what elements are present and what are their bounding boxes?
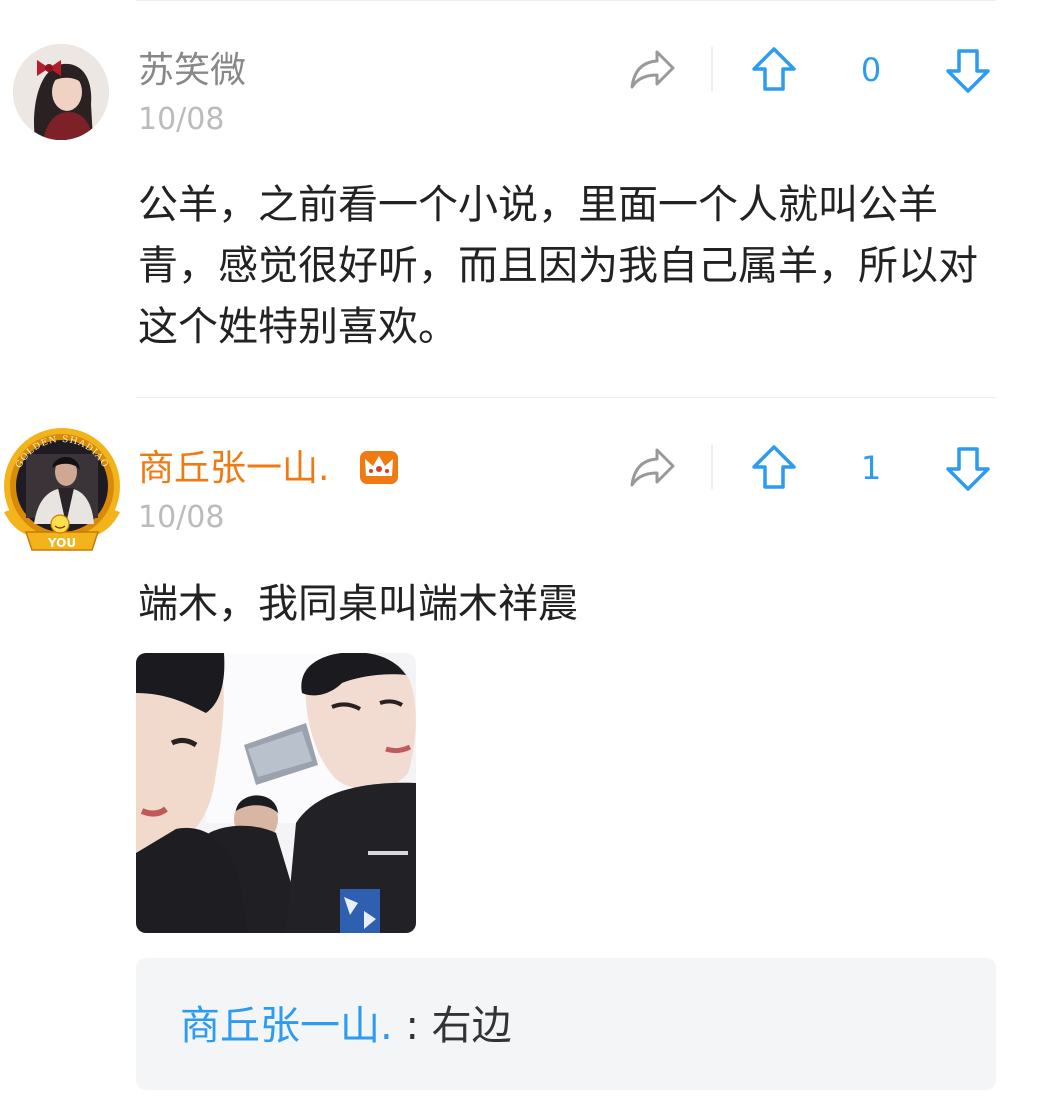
comment-item: 苏笑微 10/08 0 公羊，之前看一个小说，里面一个人就叫公羊青，感觉很好听，… (0, 0, 1044, 397)
share-arrow-icon (630, 448, 675, 487)
share-button[interactable] (628, 445, 678, 491)
share-arrow-icon (630, 50, 675, 89)
comment-text: 公羊，之前看一个小说，里面一个人就叫公羊青，感觉很好听，而且因为我自己属羊，所以… (138, 182, 978, 350)
reply-preview[interactable]: 商丘张一山. : 右边 (136, 958, 996, 1090)
downvote-arrow-icon (946, 447, 990, 491)
reply-separator: : (405, 1003, 419, 1049)
reply-username[interactable]: 商丘张一山. (180, 1003, 393, 1049)
upvote-arrow-icon (752, 47, 796, 91)
upvote-button[interactable] (750, 443, 798, 493)
upvote-arrow-icon (752, 445, 796, 489)
svg-text:YOU: YOU (47, 536, 76, 550)
downvote-button[interactable] (944, 45, 992, 95)
downvote-button[interactable] (944, 443, 992, 493)
upvote-button[interactable] (750, 45, 798, 95)
comment-text: 端木，我同桌叫端木祥震 (138, 581, 578, 627)
comment-date: 10/08 (138, 500, 225, 535)
avatar[interactable] (13, 44, 109, 140)
action-divider (711, 445, 713, 489)
downvote-arrow-icon (946, 49, 990, 93)
reply-line: 商丘张一山. : 右边 (180, 1002, 512, 1050)
reply-text: 右边 (431, 1003, 512, 1049)
username[interactable]: 苏笑微 (138, 49, 246, 93)
comment-date: 10/08 (138, 102, 225, 137)
crown-icon (357, 447, 401, 487)
username[interactable]: 商丘张一山. (138, 447, 329, 491)
vote-count: 1 (860, 449, 882, 487)
comment-photo[interactable] (136, 653, 416, 933)
share-button[interactable] (628, 47, 678, 93)
vote-count: 0 (860, 51, 882, 89)
action-divider (711, 47, 713, 91)
avatar-frame[interactable]: GOLDEN SHADIAO YOU (0, 424, 124, 554)
